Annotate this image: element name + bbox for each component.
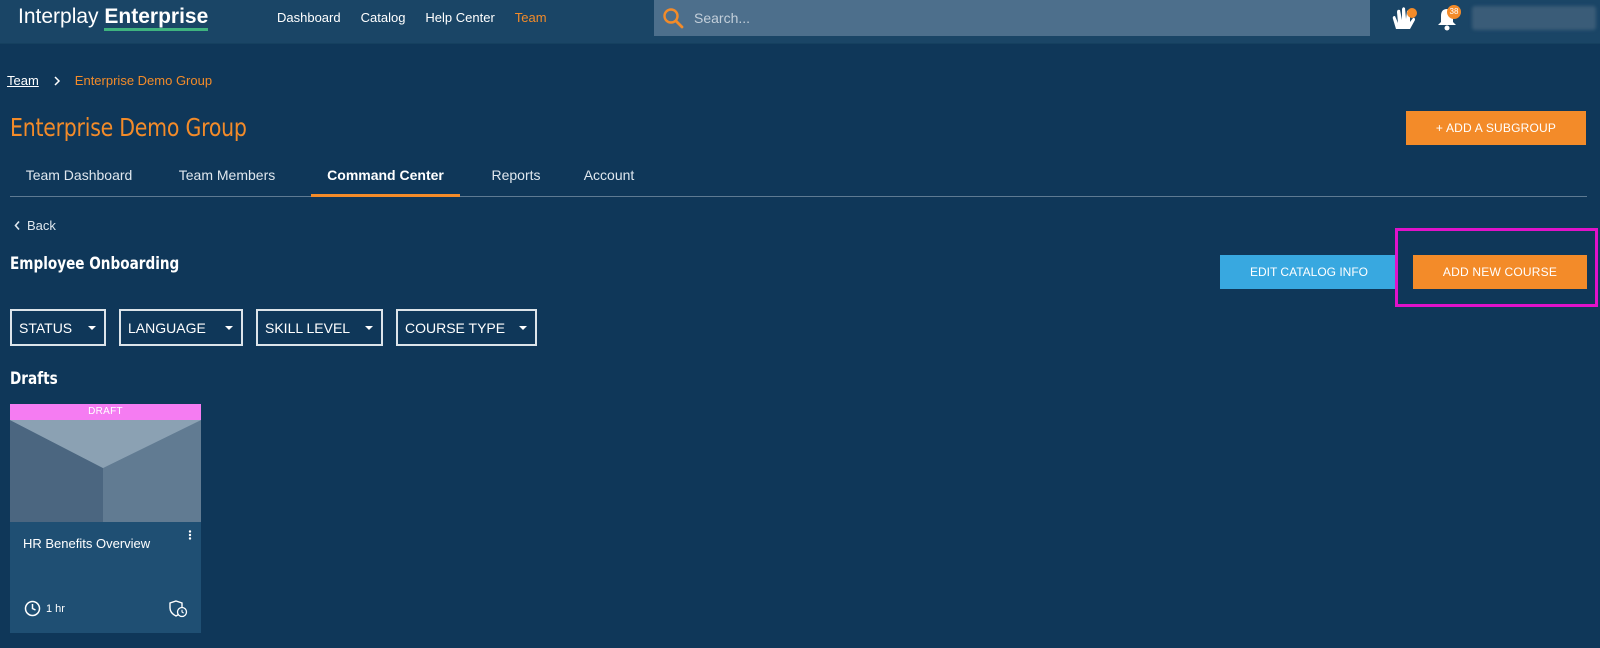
wave-hand-icon[interactable] <box>1390 5 1418 33</box>
filter-label: LANGUAGE <box>128 319 206 336</box>
shield-clock-icon <box>169 600 188 618</box>
chevron-right-icon <box>54 75 60 86</box>
caret-down-icon <box>225 326 233 330</box>
highlight-box <box>1395 228 1598 307</box>
notification-badge: 38 <box>1447 5 1461 19</box>
search-input[interactable] <box>694 10 1334 26</box>
more-options-icon[interactable] <box>185 529 195 543</box>
edit-catalog-info-button[interactable]: EDIT CATALOG INFO <box>1220 255 1398 289</box>
user-menu[interactable] <box>1472 6 1596 30</box>
filter-language[interactable]: LANGUAGE <box>119 309 243 346</box>
filter-label: COURSE TYPE <box>405 319 506 336</box>
nav-team[interactable]: Team <box>515 10 547 25</box>
tab-team-members[interactable]: Team Members <box>162 160 292 197</box>
nav-catalog[interactable]: Catalog <box>361 10 406 25</box>
caret-down-icon <box>519 326 527 330</box>
tab-bar: Team Dashboard Team Members Command Cent… <box>10 160 1587 197</box>
course-title: HR Benefits Overview <box>23 536 151 551</box>
caret-down-icon <box>365 326 373 330</box>
filter-course-type[interactable]: COURSE TYPE <box>396 309 537 346</box>
nav-help-center[interactable]: Help Center <box>425 10 494 25</box>
catalog-title: Employee Onboarding <box>10 254 180 274</box>
course-card[interactable]: DRAFT HR Benefits Overview 1 hr <box>10 404 201 633</box>
tab-team-dashboard[interactable]: Team Dashboard <box>10 160 148 197</box>
course-duration: 1 hr <box>46 603 65 615</box>
page-title: Enterprise Demo Group <box>10 113 247 142</box>
back-label: Back <box>27 218 56 233</box>
add-subgroup-button[interactable]: + ADD A SUBGROUP <box>1406 111 1586 145</box>
nav-dashboard[interactable]: Dashboard <box>277 10 341 25</box>
tab-command-center[interactable]: Command Center <box>311 160 460 197</box>
breadcrumb-current: Enterprise Demo Group <box>74 73 213 88</box>
main-nav: Dashboard Catalog Help Center Team <box>277 10 547 25</box>
logo-text-bold: Enterprise <box>104 5 209 31</box>
app-logo[interactable]: Interplay Enterprise <box>18 5 209 31</box>
filter-label: STATUS <box>19 319 73 336</box>
draft-badge: DRAFT <box>10 404 201 420</box>
course-thumbnail <box>10 420 201 522</box>
chevron-left-icon <box>14 220 20 231</box>
search-bar <box>654 0 1370 36</box>
logo-text-plain: Interplay <box>18 5 99 28</box>
tab-reports[interactable]: Reports <box>480 160 552 197</box>
back-link[interactable]: Back <box>14 218 56 233</box>
filter-label: SKILL LEVEL <box>265 319 351 336</box>
top-navbar: Interplay Enterprise Dashboard Catalog H… <box>0 0 1600 44</box>
filter-status[interactable]: STATUS <box>10 309 106 346</box>
tab-account[interactable]: Account <box>571 160 647 197</box>
breadcrumb: Team Enterprise Demo Group <box>7 73 212 88</box>
search-icon[interactable] <box>662 7 684 29</box>
caret-down-icon <box>88 326 96 330</box>
filter-skill-level[interactable]: SKILL LEVEL <box>256 309 383 346</box>
clock-icon <box>24 600 41 617</box>
drafts-heading: Drafts <box>10 369 58 389</box>
breadcrumb-team[interactable]: Team <box>7 73 39 88</box>
